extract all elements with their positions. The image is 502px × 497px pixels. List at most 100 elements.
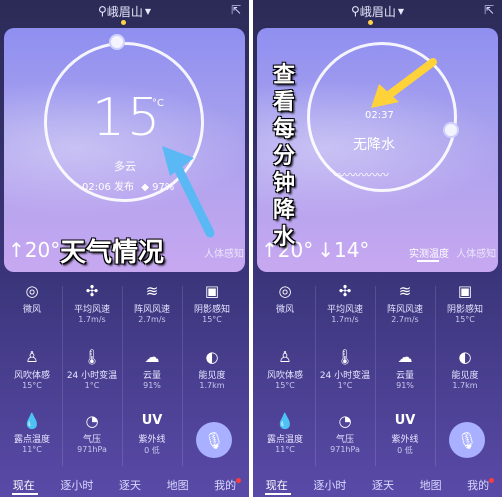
detail-cell-cloud[interactable]: ☁ 云量 91%	[375, 348, 435, 390]
microphone-button[interactable]: 🎙	[196, 422, 232, 458]
nav-hourly[interactable]: 逐小时	[313, 477, 346, 493]
detail-label: 阵风风速	[133, 305, 170, 315]
nav-hourly[interactable]: 逐小时	[60, 477, 93, 493]
detail-label: 微风	[275, 305, 294, 315]
detail-value: 1.7m/s	[78, 315, 106, 324]
nav-now[interactable]: 现在	[266, 477, 288, 493]
detail-cell-fan[interactable]: ✣ 平均风速 1.7m/s	[315, 282, 375, 324]
detail-cell-gauge[interactable]: ◔ 气压 971hPa	[62, 412, 122, 454]
person-wind-icon: ♙	[25, 348, 39, 366]
detail-value: 1°C	[337, 381, 353, 390]
share-icon[interactable]: ⇱	[484, 3, 494, 17]
detail-cell-gauge[interactable]: ◔ 气压 971hPa	[315, 412, 375, 454]
detail-label: 露点温度	[266, 435, 303, 445]
gauge-icon: ◔	[338, 412, 352, 430]
left-screen: ⚲ 峨眉山 ▼ ⇱ 15 °C 多云 02:06 发布 ◆ 97% ↑20° ↓ …	[0, 0, 249, 497]
detail-cell-thermometer[interactable]: 🌡 24 小时变温 1°C	[62, 348, 122, 390]
detail-cell-thermometer[interactable]: 🌡 24 小时变温 1°C	[315, 348, 375, 390]
nav-daily[interactable]: 逐天	[119, 477, 141, 493]
nav-mine[interactable]: 我的	[467, 477, 489, 493]
detail-label: 平均风速	[326, 305, 363, 315]
detail-label: 紫外线	[138, 435, 166, 445]
detail-label: 露点温度	[13, 435, 50, 445]
grid-divider	[375, 286, 376, 466]
uv-icon: UV	[141, 413, 163, 428]
nav-map[interactable]: 地图	[167, 477, 189, 493]
detail-label: 紫外线	[391, 435, 419, 445]
chevron-down-icon: ▼	[397, 6, 404, 16]
detail-cell-dewdrop[interactable]: 💧 露点温度 11°C	[2, 412, 62, 454]
page-indicator-dot	[121, 20, 126, 25]
nav-map[interactable]: 地图	[420, 477, 442, 493]
current-weather-card[interactable]: 15 °C 多云 02:06 发布 ◆ 97% ↑20° ↓ 人体感知 天气情况	[4, 28, 245, 272]
detail-value: 11°C	[22, 445, 42, 454]
detail-value: 2.7m/s	[391, 315, 419, 324]
grid-divider	[182, 286, 183, 466]
detail-label: 风吹体感	[13, 371, 50, 381]
detail-value: 2.7m/s	[138, 315, 166, 324]
detail-value: 1.7m/s	[331, 315, 359, 324]
detail-cell-compass[interactable]: ◎ 微风	[255, 282, 315, 315]
location-selector[interactable]: ⚲ 峨眉山 ▼	[253, 0, 502, 22]
location-selector[interactable]: ⚲ 峨眉山 ▼	[0, 0, 249, 22]
detail-cell-person-wind[interactable]: ♙ 风吹体感 15°C	[2, 348, 62, 390]
microphone-icon: 🎙	[203, 430, 225, 450]
detail-value: 15°C	[275, 381, 295, 390]
location-pin-icon: ⚲	[351, 4, 360, 18]
page-indicator-dot	[368, 20, 373, 25]
detail-value: 1.7km	[452, 381, 478, 390]
yellow-arrow-annotation	[371, 58, 437, 108]
detail-cell-fan[interactable]: ✣ 平均风速 1.7m/s	[62, 282, 122, 324]
location-name: 峨眉山	[359, 4, 396, 19]
detail-cell-dewdrop[interactable]: 💧 露点温度 11°C	[255, 412, 315, 454]
detail-cell-shadow[interactable]: ▣ 阴影感知 15°C	[435, 282, 495, 324]
detail-cell-uv[interactable]: UV 紫外线 0 低	[375, 412, 435, 456]
detail-cell-cloud[interactable]: ☁ 云量 91%	[122, 348, 182, 390]
detail-label: 平均风速	[73, 305, 110, 315]
wind-icon: ≋	[398, 282, 412, 300]
grid-divider	[435, 286, 436, 466]
detail-cell-compass[interactable]: ◎ 微风	[2, 282, 62, 315]
chevron-down-icon: ▼	[144, 6, 151, 16]
uv-icon: UV	[394, 413, 416, 428]
detail-value: 91%	[143, 381, 161, 390]
dewdrop-icon: 💧	[22, 412, 42, 430]
microphone-icon: 🎙	[456, 430, 478, 450]
fan-icon: ✣	[85, 282, 99, 300]
detail-label: 能见度	[198, 371, 226, 381]
detail-cell-visibility[interactable]: ◐ 能见度 1.7km	[182, 348, 242, 390]
detail-cell-visibility[interactable]: ◐ 能见度 1.7km	[435, 348, 495, 390]
detail-label: 阴影感知	[193, 305, 230, 315]
detail-value: 1.7km	[199, 381, 225, 390]
precipitation-card[interactable]: 02:37 无降水 〰〰〰〰〰 ↑20° ↓14° 实测温度 人体感知 查 看 每…	[257, 28, 498, 272]
visibility-icon: ◐	[205, 348, 219, 366]
nav-now[interactable]: 现在	[13, 477, 35, 493]
cloud-icon: ☁	[144, 348, 160, 366]
thermometer-icon: 🌡	[335, 348, 355, 366]
detail-cell-person-wind[interactable]: ♙ 风吹体感 15°C	[255, 348, 315, 390]
notification-badge	[489, 478, 494, 483]
detail-value: 1°C	[84, 381, 100, 390]
nav-daily[interactable]: 逐天	[372, 477, 394, 493]
detail-cell-uv[interactable]: UV 紫外线 0 低	[122, 412, 182, 456]
blue-arrow-annotation	[162, 146, 215, 238]
dewdrop-icon: 💧	[275, 412, 295, 430]
detail-value: 15°C	[22, 381, 42, 390]
share-icon[interactable]: ⇱	[231, 3, 241, 17]
grid-divider	[315, 286, 316, 466]
detail-cell-shadow[interactable]: ▣ 阴影感知 15°C	[182, 282, 242, 324]
nav-mine[interactable]: 我的	[214, 477, 236, 493]
detail-cell-wind[interactable]: ≋ 阵风风速 2.7m/s	[375, 282, 435, 324]
thermometer-icon: 🌡	[82, 348, 102, 366]
detail-value: 15°C	[455, 315, 475, 324]
microphone-button[interactable]: 🎙	[449, 422, 485, 458]
grid-divider	[122, 286, 123, 466]
shadow-icon: ▣	[457, 282, 473, 300]
detail-value: 0 低	[397, 446, 413, 455]
gauge-icon: ◔	[85, 412, 99, 430]
detail-cell-wind[interactable]: ≋ 阵风风速 2.7m/s	[122, 282, 182, 324]
visibility-icon: ◐	[458, 348, 472, 366]
screenshot-root: ⚲ 峨眉山 ▼ ⇱ 15 °C 多云 02:06 发布 ◆ 97% ↑20° ↓ …	[0, 0, 502, 497]
detail-label: 云量	[142, 371, 161, 381]
detail-label: 微风	[22, 305, 41, 315]
